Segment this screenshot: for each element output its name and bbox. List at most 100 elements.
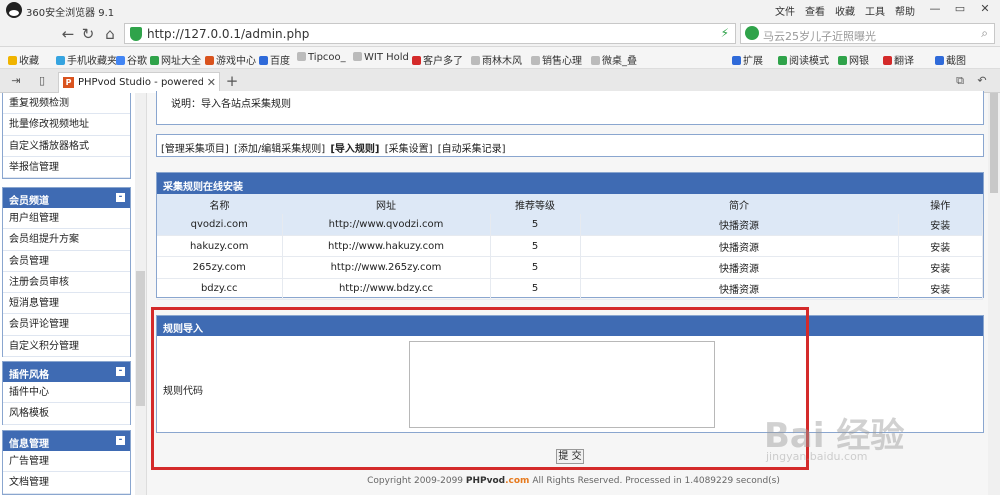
ext-extensions[interactable]: 扩展 — [732, 52, 763, 67]
online-rules-panel: 采集规则在线安装 名称 网址 推荐等级 简介 操作 qvodzi.com htt… — [156, 172, 984, 301]
bookmark-tipcoo[interactable]: Tipcoo_ — [297, 52, 346, 63]
sidebar-panel-title[interactable]: 插件风格 - — [3, 362, 130, 382]
security-shield-icon — [130, 27, 142, 41]
sidebar-panel-title[interactable]: 信息管理 - — [3, 431, 130, 451]
cell-desc: 快播资源 — [580, 235, 899, 258]
cell-name: bdzy.cc — [157, 278, 283, 301]
collapse-icon[interactable]: - — [116, 367, 125, 376]
collapse-icon[interactable]: - — [116, 193, 125, 202]
admin-sidebar: 重复视频检测 批量修改视频地址 自定义播放器格式 举报信管理 会员频道 - 用户组… — [0, 93, 147, 495]
sidebar-toggle-icon[interactable]: ⇥ — [6, 71, 26, 91]
collapse-icon[interactable]: - — [116, 436, 125, 445]
speed-mode-icon[interactable]: ⚡ — [721, 26, 729, 40]
sidebar-item-batch-url[interactable]: 批量修改视频地址 — [3, 114, 130, 136]
page-icon[interactable]: ▯ — [32, 71, 52, 91]
bookmark-sales[interactable]: 销售心理 — [531, 52, 582, 67]
refresh-icon[interactable]: ↻ — [78, 24, 98, 44]
main-scroll-thumb[interactable] — [990, 93, 998, 193]
sidebar-item-docs[interactable]: 文档管理 — [3, 472, 130, 494]
tab-collect-settings[interactable]: [采集设置] — [385, 144, 433, 155]
tab-auto-log[interactable]: [自动采集记录] — [438, 144, 506, 155]
menu-file[interactable]: 文件 — [775, 3, 795, 18]
tab-manage-projects[interactable]: [管理采集项目] — [161, 144, 229, 155]
page-icon — [471, 56, 480, 65]
ext-translate[interactable]: 翻译 — [883, 52, 914, 67]
sidebar-scrollbar[interactable] — [135, 93, 146, 495]
url-bar[interactable]: http://127.0.0.1/admin.php ⚡ — [124, 23, 736, 44]
screenshot-icon — [935, 56, 944, 65]
page-icon — [297, 52, 306, 61]
sidebar-item-members[interactable]: 会员管理 — [3, 251, 130, 272]
sidebar-item-reports[interactable]: 举报信管理 — [3, 157, 130, 179]
browser-logo-icon — [6, 2, 22, 18]
bookmark-games[interactable]: 游戏中心 — [205, 52, 256, 67]
phone-icon — [56, 56, 65, 65]
column-header: 简介 — [580, 194, 898, 214]
sidebar-item-messages[interactable]: 短消息管理 — [3, 293, 130, 315]
sidebar-scroll-thumb[interactable] — [136, 271, 145, 406]
bookmark-desktop[interactable]: 微桌_叠 — [591, 52, 637, 67]
bookmarks-bar: 收藏 手机收藏夹 谷歌 网址大全 游戏中心 百度 Tipcoo_ WIT Hol… — [0, 47, 1000, 69]
menu-help[interactable]: 帮助 — [895, 3, 915, 18]
ext-reader[interactable]: 阅读模式 — [778, 52, 829, 67]
close-tab-icon[interactable]: ✕ — [207, 76, 216, 89]
cell-level: 5 — [490, 256, 581, 279]
tab-edit-rules[interactable]: [添加/编辑采集规则] — [234, 144, 325, 155]
back-icon[interactable]: ← — [58, 24, 78, 44]
bookmark-customers[interactable]: 客户多了 — [412, 52, 463, 67]
sidebar-item-comments[interactable]: 会员评论管理 — [3, 314, 130, 336]
tab-list-icon[interactable]: ⧉ — [950, 71, 970, 91]
sidebar-panel-members: 会员频道 - 用户组管理 会员组提升方案 会员管理 注册会员审核 短消息管理 会员… — [2, 187, 131, 358]
bookmark-wit[interactable]: WIT Hold — [353, 52, 409, 63]
ext-screenshot[interactable]: 截图 — [935, 52, 966, 67]
sidebar-item-plugin-center[interactable]: 插件中心 — [3, 382, 130, 404]
new-tab-icon[interactable]: + — [222, 71, 242, 91]
info-box: 说明：导入各站点采集规则 — [156, 91, 984, 125]
sidebar-item-player-format[interactable]: 自定义播放器格式 — [3, 136, 130, 157]
submit-button[interactable]: 提 交 — [556, 449, 584, 464]
install-link[interactable]: 安装 — [898, 256, 983, 279]
maximize-icon[interactable]: ▭ — [950, 2, 970, 18]
sidebar-item-points[interactable]: 自定义积分管理 — [3, 336, 130, 358]
sidebar-item-group-upgrade[interactable]: 会员组提升方案 — [3, 229, 130, 251]
rule-code-textarea[interactable] — [409, 341, 715, 428]
menu-view[interactable]: 查看 — [805, 3, 825, 18]
rules-table: 名称 网址 推荐等级 简介 操作 qvodzi.com http://www.q… — [157, 194, 983, 301]
sidebar-item-ads[interactable]: 广告管理 — [3, 451, 130, 473]
ext-bank[interactable]: 网银 — [838, 52, 869, 67]
footer-copyright: Copyright 2009-2099 — [367, 476, 464, 486]
undo-close-icon[interactable]: ↶ — [972, 71, 992, 91]
footer-brand[interactable]: PHPvod.com — [466, 476, 530, 486]
minimize-icon[interactable]: — — [925, 2, 945, 18]
install-link[interactable]: 安装 — [898, 214, 983, 236]
url-text[interactable]: http://127.0.0.1/admin.php — [147, 27, 309, 41]
menu-favorites[interactable]: 收藏 — [835, 3, 855, 18]
bookmark-favorites[interactable]: 收藏 — [8, 52, 39, 67]
page-icon — [531, 56, 540, 65]
cell-name: qvodzi.com — [157, 214, 283, 236]
bank-icon — [838, 56, 847, 65]
tab-import-rules[interactable]: [导入规则] — [330, 144, 379, 155]
bookmark-mobile[interactable]: 手机收藏夹 — [56, 52, 117, 67]
main-scrollbar[interactable] — [988, 93, 1000, 495]
search-engine-icon[interactable] — [745, 26, 759, 40]
menu-tools[interactable]: 工具 — [865, 3, 885, 18]
install-link[interactable]: 安装 — [898, 235, 983, 258]
home-icon[interactable]: ⌂ — [100, 24, 120, 44]
search-input[interactable]: 马云25岁儿子近照曝光 ⌕ — [740, 23, 995, 44]
sidebar-panel-title[interactable]: 会员频道 - — [3, 188, 130, 208]
close-window-icon[interactable]: ✕ — [975, 2, 995, 18]
bookmark-ylmf[interactable]: 雨林木风 — [471, 52, 522, 67]
search-icon[interactable]: ⌕ — [981, 26, 988, 41]
phpvod-favicon-icon: P — [63, 77, 74, 88]
sidebar-item-user-groups[interactable]: 用户组管理 — [3, 208, 130, 230]
bookmark-google[interactable]: 谷歌 — [116, 52, 147, 67]
bookmark-sites[interactable]: 网址大全 — [150, 52, 201, 67]
cell-level: 5 — [490, 214, 581, 236]
tab-phpvod[interactable]: P PHPvod Studio - powered by ✕ — [58, 72, 220, 93]
sidebar-item-registration-review[interactable]: 注册会员审核 — [3, 272, 130, 294]
sidebar-item-templates[interactable]: 风格模板 — [3, 403, 130, 425]
sidebar-item-duplicate-check[interactable]: 重复视频检测 — [3, 93, 130, 115]
install-link[interactable]: 安装 — [898, 278, 983, 301]
bookmark-baidu[interactable]: 百度 — [259, 52, 290, 67]
